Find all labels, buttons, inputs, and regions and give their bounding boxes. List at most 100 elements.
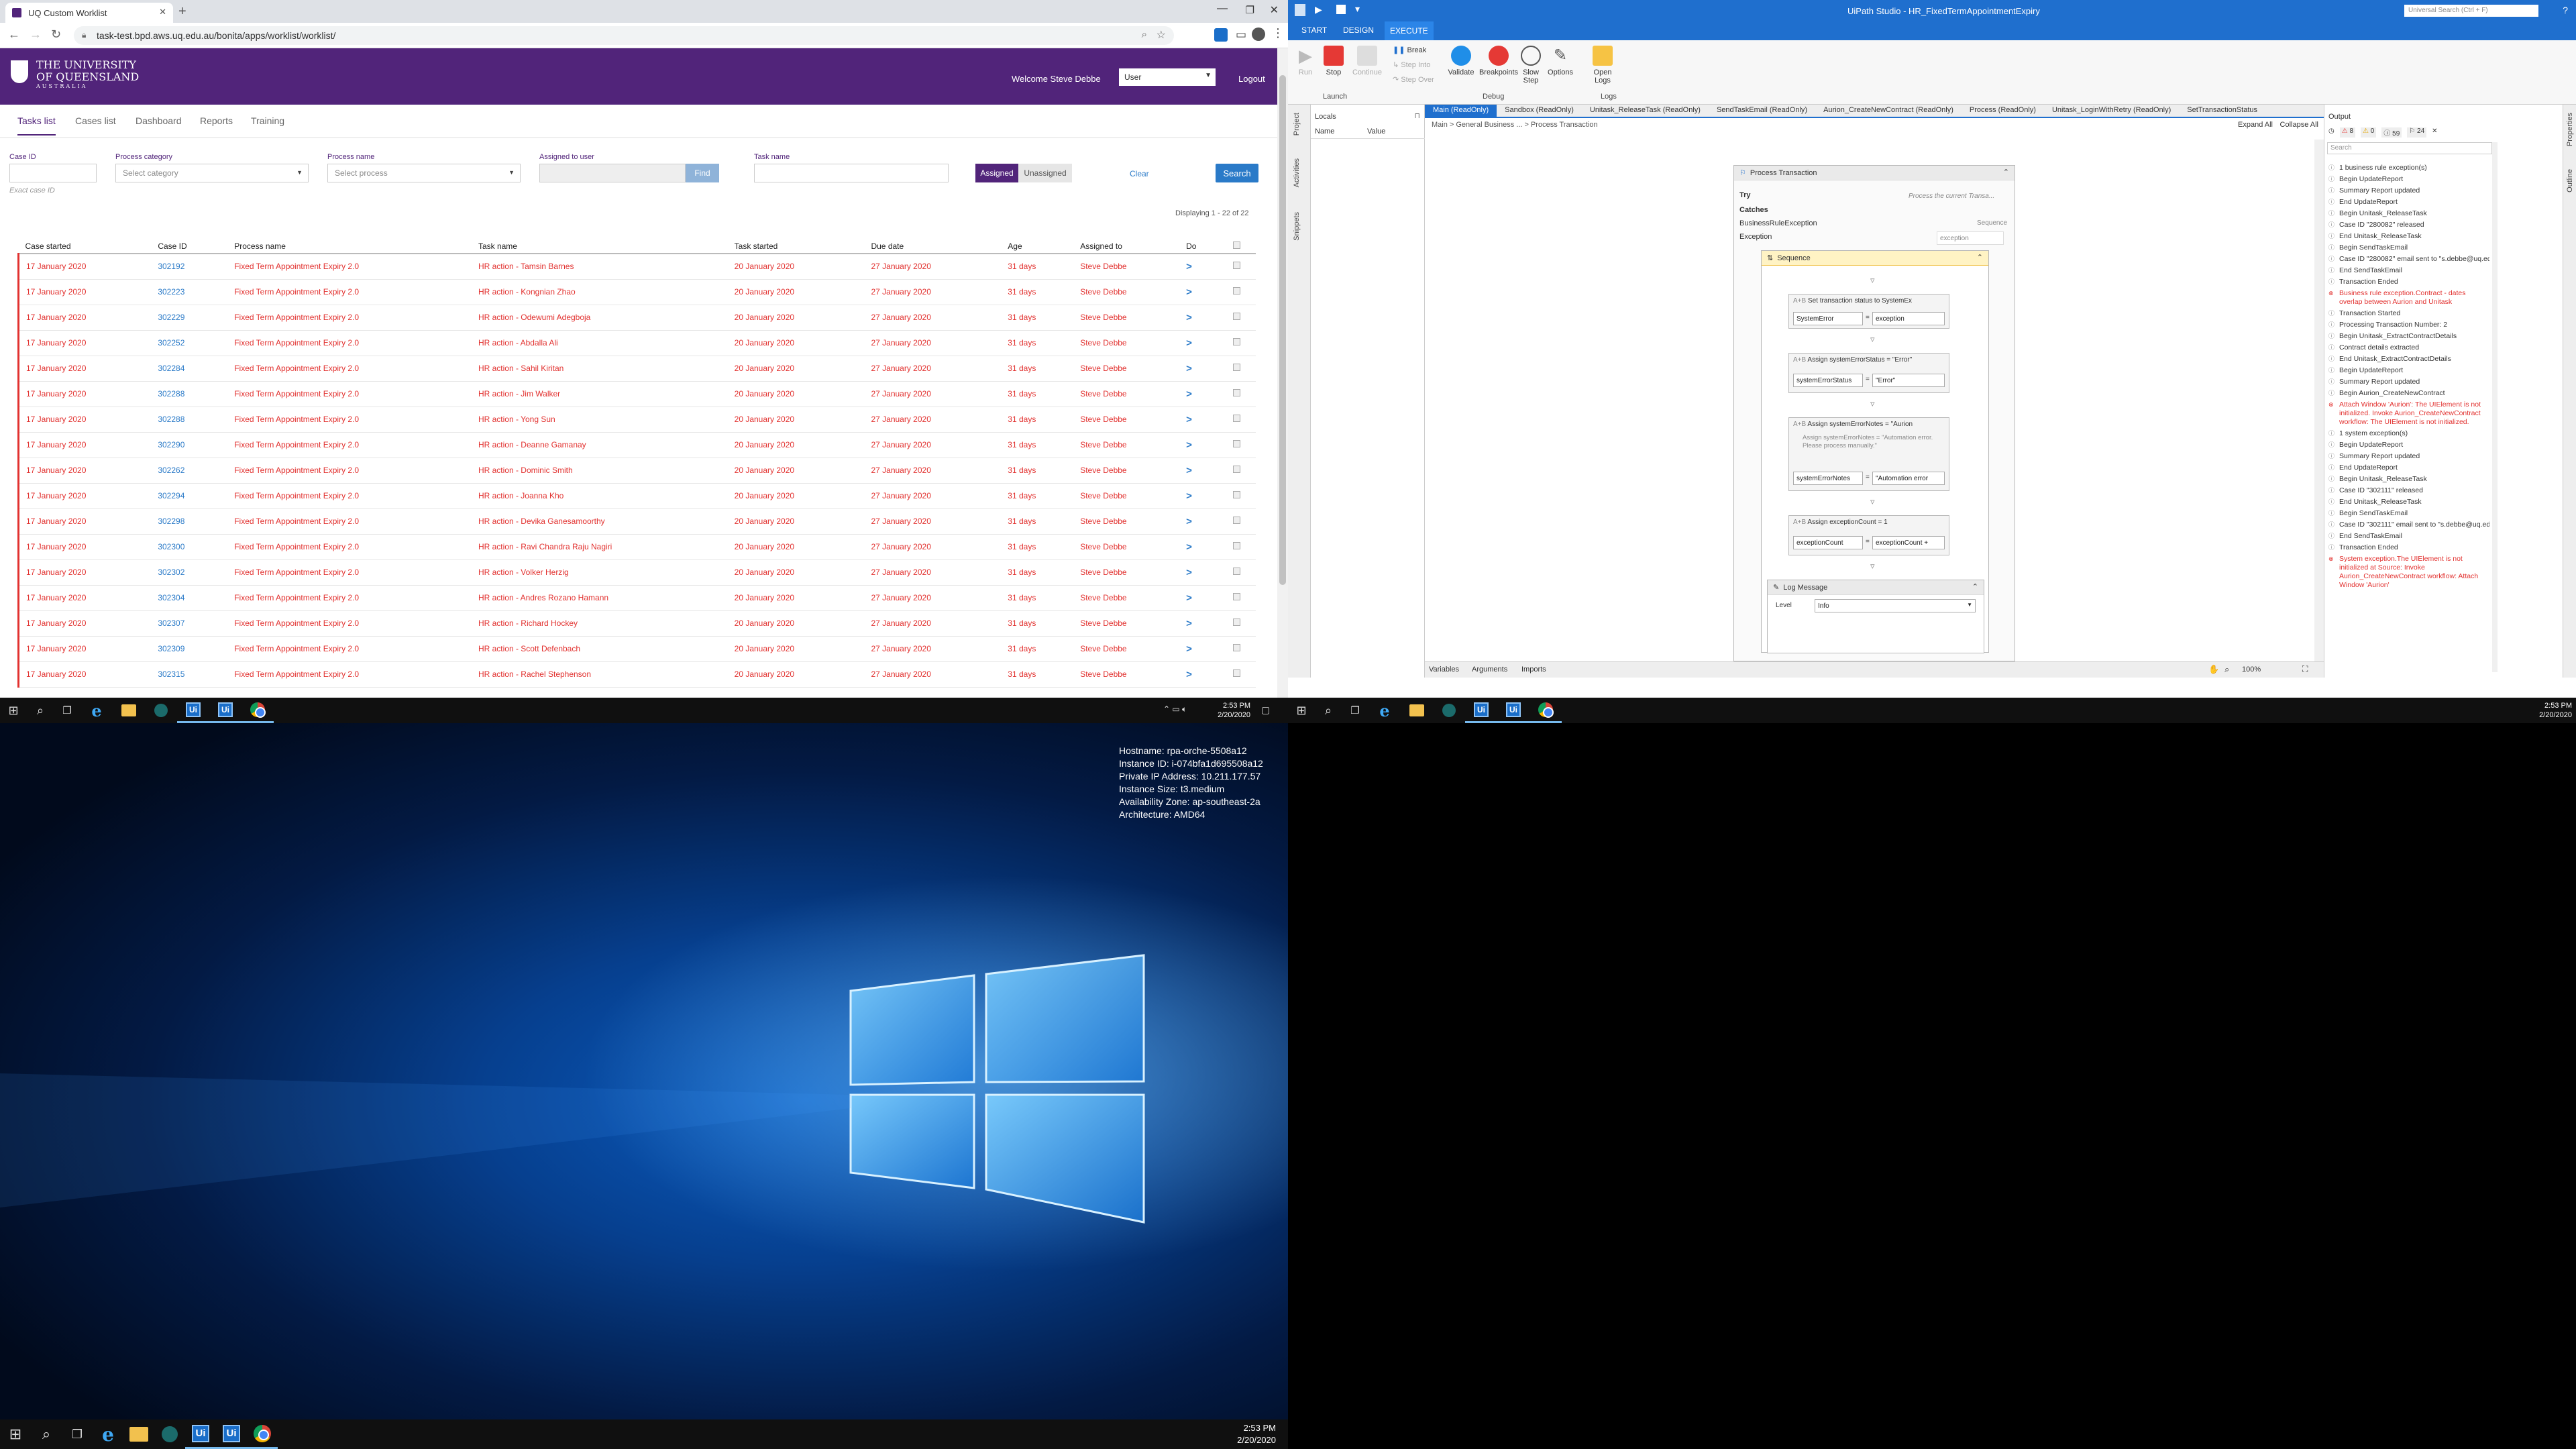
explorer-taskbar-button[interactable] xyxy=(113,698,145,723)
output-error-line[interactable]: System exception.The UIElement is not in… xyxy=(2324,553,2489,591)
chrome-taskbar-button[interactable] xyxy=(1529,698,1562,723)
assigned-user-input[interactable] xyxy=(539,164,686,182)
row-checkbox[interactable] xyxy=(1232,389,1240,396)
set-status-activity[interactable]: A+B Set transaction status to SystemEx S… xyxy=(1788,294,1949,329)
cell-case-id[interactable]: 302288 xyxy=(151,407,228,433)
output-info-line[interactable]: Begin UpdateReport xyxy=(2324,439,2489,451)
breakpoints-button[interactable]: Breakpoints xyxy=(1479,46,1519,76)
arguments-tab[interactable]: Arguments xyxy=(1472,665,1507,674)
cell-case-id[interactable]: 302229 xyxy=(151,305,228,331)
process-select[interactable]: Select process ▼ xyxy=(327,164,521,182)
forward-icon[interactable]: → xyxy=(30,28,42,42)
close-window-icon[interactable]: ✕ xyxy=(1270,3,1279,17)
output-info-line[interactable]: 1 business rule exception(s) xyxy=(2324,162,2489,174)
output-info-line[interactable]: 1 system exception(s) xyxy=(2324,428,2489,439)
tab-activities[interactable]: Activities xyxy=(1293,158,1301,187)
minimize-icon[interactable]: — xyxy=(1217,3,1228,15)
col-task-started[interactable]: Task started xyxy=(727,239,865,254)
output-info-line[interactable]: End SendTaskEmail xyxy=(2324,265,2489,276)
cell-case-id[interactable]: 302302 xyxy=(151,559,228,586)
output-info-line[interactable]: Processing Transaction Number: 2 xyxy=(2324,319,2489,331)
search-button[interactable]: ⌕ xyxy=(27,698,54,723)
output-info-line[interactable]: Case ID "302111" email sent to "s.debbe@… xyxy=(2324,519,2489,531)
do-task-arrow-icon[interactable]: > xyxy=(1186,388,1192,400)
extension-icon[interactable] xyxy=(1214,28,1228,42)
search-button[interactable]: Search xyxy=(1216,164,1258,182)
variables-tab[interactable]: Variables xyxy=(1429,665,1459,674)
output-info-line[interactable]: End Unitask_ExtractContractDetails xyxy=(2324,354,2489,365)
do-task-arrow-icon[interactable]: > xyxy=(1186,490,1192,502)
table-row[interactable]: 17 January 2020 302288 Fixed Term Appointm… xyxy=(17,381,1256,407)
table-row[interactable]: 17 January 2020 302309 Fixed Term Appointm… xyxy=(17,636,1256,662)
table-row[interactable]: 17 January 2020 302315 Fixed Term Appointm… xyxy=(17,661,1256,688)
table-row[interactable]: 17 January 2020 302290 Fixed Term Appointm… xyxy=(17,432,1256,458)
ribbon-tab-execute[interactable]: EXECUTE xyxy=(1385,21,1434,40)
cell-case-id[interactable]: 302288 xyxy=(151,381,228,407)
assign-error-status-left-field[interactable]: systemErrorStatus xyxy=(1793,374,1863,387)
expand-all-link[interactable]: Expand All xyxy=(2238,121,2273,129)
assign-error-notes-left-field[interactable]: systemErrorNotes xyxy=(1793,472,1863,485)
uipath-taskbar-button-2[interactable]: Ui xyxy=(209,698,241,723)
assign-error-notes-activity[interactable]: A+B Assign systemErrorNotes = "Aurion As… xyxy=(1788,417,1949,491)
output-info-line[interactable]: Contract details extracted xyxy=(2324,342,2489,354)
collapse-all-link[interactable]: Collapse All xyxy=(2280,121,2318,129)
cell-case-id[interactable]: 302294 xyxy=(151,483,228,509)
search-button[interactable]: ⌕ xyxy=(1315,698,1342,723)
reload-icon[interactable]: ↻ xyxy=(51,28,61,42)
table-row[interactable]: 17 January 2020 302262 Fixed Term Appointm… xyxy=(17,458,1256,484)
row-checkbox[interactable] xyxy=(1232,619,1240,626)
robot-taskbar-button[interactable] xyxy=(154,1419,185,1449)
row-checkbox[interactable] xyxy=(1232,593,1240,600)
nav-training[interactable]: Training xyxy=(251,115,284,126)
tab-project[interactable]: Project xyxy=(1293,113,1301,136)
collapse-icon[interactable]: ⌃ xyxy=(1972,582,1978,591)
browser-scrollbar[interactable] xyxy=(1277,48,1288,698)
output-info-line[interactable]: Begin Unitask_ReleaseTask xyxy=(2324,474,2489,485)
tab-properties[interactable]: Properties xyxy=(2566,113,2574,146)
document-tab[interactable]: Aurion_CreateNewContract (ReadOnly) xyxy=(1815,105,1962,117)
start-button[interactable]: ⊞ xyxy=(0,698,27,723)
row-checkbox[interactable] xyxy=(1232,669,1240,677)
output-info-line[interactable]: Summary Report updated xyxy=(2324,451,2489,462)
collapse-icon[interactable]: ⌃ xyxy=(2003,168,2009,176)
stop-button[interactable]: Stop xyxy=(1316,46,1351,76)
canvas-scrollbar[interactable] xyxy=(2314,140,2324,661)
row-checkbox[interactable] xyxy=(1232,440,1240,447)
table-row[interactable]: 17 January 2020 302307 Fixed Term Appointm… xyxy=(17,610,1256,637)
explorer-taskbar-button[interactable] xyxy=(123,1419,154,1449)
do-task-arrow-icon[interactable]: > xyxy=(1186,439,1192,451)
task-name-input[interactable] xyxy=(754,164,949,182)
output-info-line[interactable]: Transaction Ended xyxy=(2324,276,2489,288)
zoom-icon[interactable]: ⌕ xyxy=(1142,29,1147,40)
taskbar-clock[interactable]: 2:53 PM 2/20/2020 xyxy=(1237,1419,1276,1449)
row-checkbox[interactable] xyxy=(1232,491,1240,498)
row-checkbox[interactable] xyxy=(1232,287,1240,294)
output-error-line[interactable]: Business rule exception.Contract - dates… xyxy=(2324,288,2489,308)
robot-taskbar-button[interactable] xyxy=(145,698,177,723)
document-tab[interactable]: Process (ReadOnly) xyxy=(1962,105,2044,117)
profile-avatar[interactable] xyxy=(1252,28,1265,41)
notifications-icon[interactable]: ▢ xyxy=(1261,704,1270,716)
clear-link[interactable]: Clear xyxy=(1130,169,1149,178)
catch-type[interactable]: BusinessRuleException xyxy=(1739,219,1817,227)
output-info-line[interactable]: Summary Report updated xyxy=(2324,185,2489,197)
zoom-icon[interactable]: ⌕ xyxy=(2224,664,2229,675)
warning-filter[interactable]: ⚠ 0 xyxy=(2361,127,2377,138)
step-into-button[interactable]: ↳ Step Into xyxy=(1393,60,1430,69)
slow-step-button[interactable]: Slow Step xyxy=(1516,46,1546,85)
output-error-line[interactable]: Attach Window 'Aurion': The UIElement is… xyxy=(2324,399,2489,428)
row-checkbox[interactable] xyxy=(1232,313,1240,320)
uipath-taskbar-button-2[interactable]: Ui xyxy=(216,1419,247,1449)
task-view-button[interactable]: ❐ xyxy=(54,698,80,723)
collapse-icon[interactable]: ⌃ xyxy=(1977,253,1983,262)
output-info-line[interactable]: Case ID "280082" email sent to "s.debbe@… xyxy=(2324,254,2489,265)
logout-link[interactable]: Logout xyxy=(1238,74,1265,84)
nav-cases-list[interactable]: Cases list xyxy=(75,115,116,126)
ribbon-tab-start[interactable]: START xyxy=(1301,25,1327,35)
assign-exception-count-left-field[interactable]: exceptionCount xyxy=(1793,536,1863,549)
explorer-taskbar-button[interactable] xyxy=(1401,698,1433,723)
taskbar-clock[interactable]: 2:53 PM 2/20/2020 xyxy=(2539,698,2572,723)
nav-dashboard[interactable]: Dashboard xyxy=(136,115,182,126)
do-task-arrow-icon[interactable]: > xyxy=(1186,286,1192,298)
universal-search-input[interactable]: Universal Search (Ctrl + F) xyxy=(2404,5,2538,17)
